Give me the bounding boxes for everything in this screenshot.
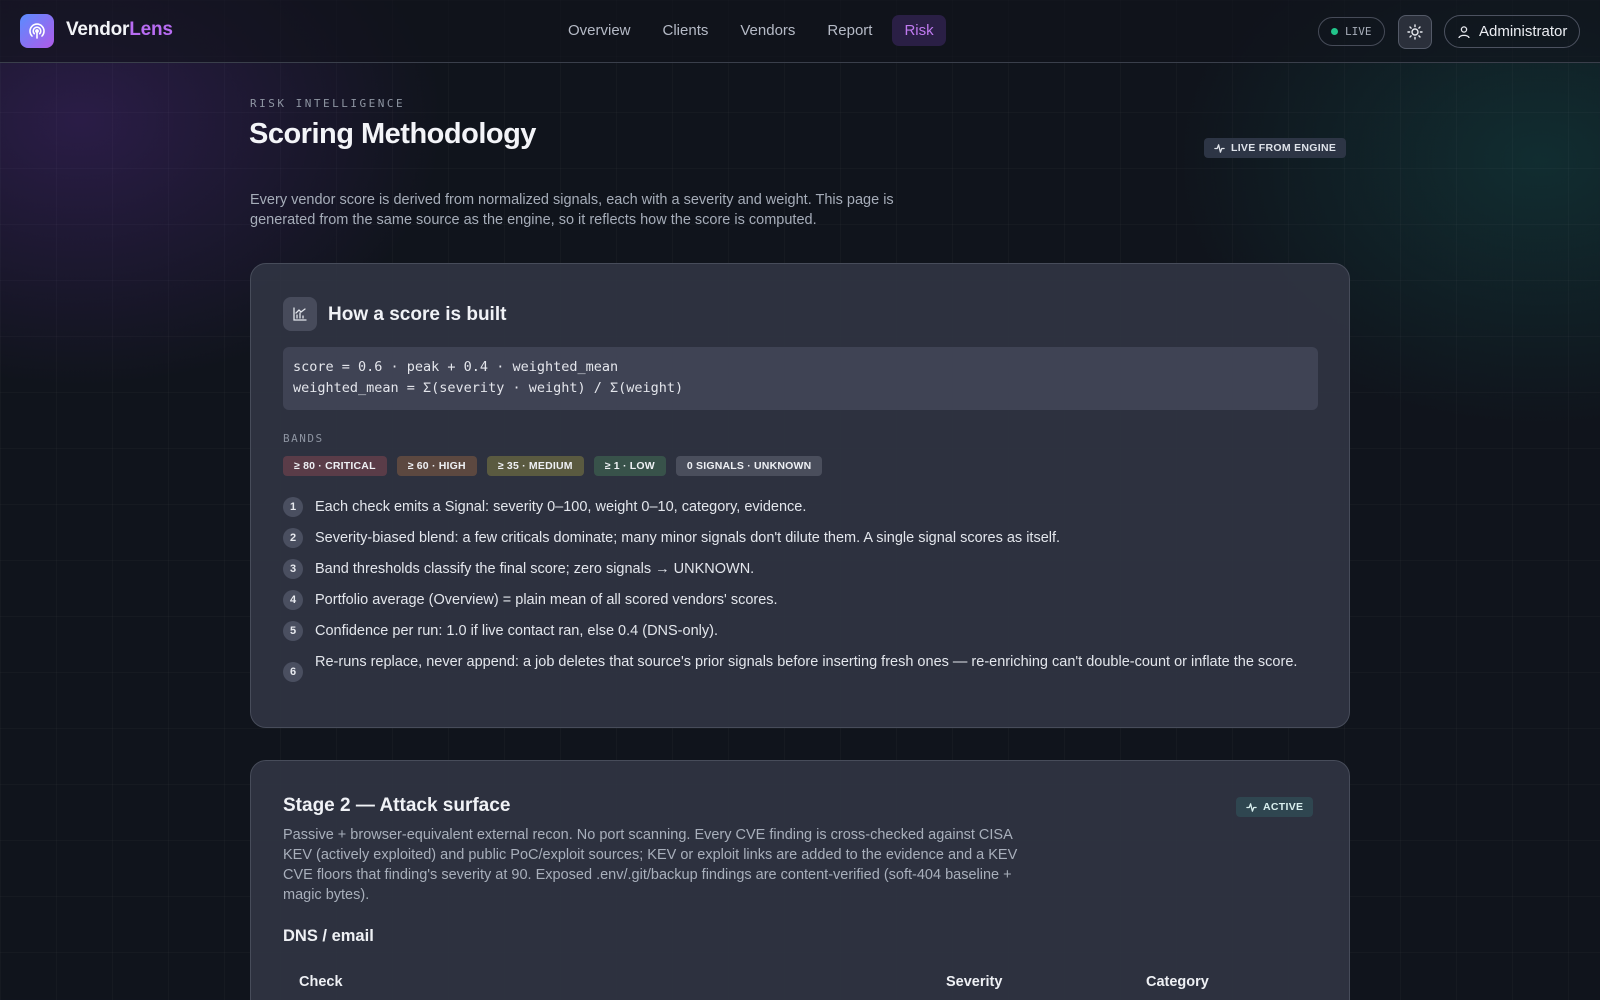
live-status-badge: LIVE — [1318, 17, 1385, 46]
score-steps-list: 1 Each check emits a Signal: severity 0–… — [283, 497, 1323, 693]
band-medium: ≥ 35 · MEDIUM — [486, 456, 584, 476]
step-text: Re-runs replace, never append: a job del… — [315, 654, 1298, 670]
pulse-icon — [1214, 143, 1225, 153]
active-badge: ACTIVE — [1236, 797, 1314, 817]
step-text: Each check emits a Signal: severity 0–10… — [315, 499, 807, 515]
step-number: 4 — [283, 590, 303, 610]
step-number: 5 — [283, 621, 303, 641]
page-eyebrow: RISK INTELLIGENCE — [250, 97, 406, 110]
score-build-card: How a score is built score = 0.6 · peak … — [250, 263, 1350, 728]
band-high: ≥ 60 · HIGH — [396, 456, 477, 476]
step-text: Confidence per run: 1.0 if live contact … — [315, 623, 718, 639]
formula-line: score = 0.6 · peak + 0.4 · weighted_mean — [293, 359, 619, 375]
pulse-icon — [1246, 802, 1257, 812]
nav-risk[interactable]: Risk — [892, 15, 946, 46]
nav-overview[interactable]: Overview — [556, 15, 643, 46]
formula-line: weighted_mean = Σ(severity · weight) / Σ… — [293, 380, 684, 396]
radar-icon — [29, 23, 45, 39]
list-item: 1 Each check emits a Signal: severity 0–… — [283, 497, 1323, 517]
step-text: Band thresholds classify the final score… — [315, 561, 755, 577]
nav-clients[interactable]: Clients — [651, 15, 721, 46]
main-nav: Overview Clients Vendors Report Risk — [556, 15, 946, 46]
nav-vendors[interactable]: Vendors — [728, 15, 807, 46]
stage2-title: Stage 2 — Attack surface — [283, 795, 511, 816]
score-formula: score = 0.6 · peak + 0.4 · weighted_mean… — [283, 347, 1318, 410]
sun-icon — [1407, 24, 1423, 40]
list-item: 3 Band thresholds classify the final sco… — [283, 559, 1323, 579]
band-list: ≥ 80 · CRITICAL ≥ 60 · HIGH ≥ 35 · MEDIU… — [283, 456, 823, 476]
column-header-severity[interactable]: Severity — [946, 974, 1002, 990]
nav-report[interactable]: Report — [815, 15, 884, 46]
top-nav: VendorLens Overview Clients Vendors Repo… — [0, 0, 1600, 63]
live-dot-icon — [1331, 28, 1338, 35]
step-number: 6 — [283, 662, 303, 682]
live-from-engine-badge: LIVE FROM ENGINE — [1204, 138, 1347, 158]
step-number: 1 — [283, 497, 303, 517]
step-number: 2 — [283, 528, 303, 548]
bands-label: BANDS — [283, 432, 324, 445]
column-header-category[interactable]: Category — [1146, 974, 1209, 990]
list-item: 4 Portfolio average (Overview) = plain m… — [283, 590, 1323, 610]
step-text: Portfolio average (Overview) = plain mea… — [315, 592, 778, 608]
live-label: LIVE — [1345, 25, 1372, 38]
logo[interactable] — [20, 14, 54, 48]
user-icon — [1458, 25, 1470, 38]
list-item: 5 Confidence per run: 1.0 if live contac… — [283, 621, 1323, 641]
band-critical: ≥ 80 · CRITICAL — [283, 456, 387, 476]
band-unknown: 0 SIGNALS · UNKNOWN — [675, 456, 823, 476]
stage2-description: Passive + browser-equivalent external re… — [283, 827, 1018, 903]
card-title: How a score is built — [328, 304, 507, 325]
step-number: 3 — [283, 559, 303, 579]
brand-name[interactable]: VendorLens — [66, 19, 173, 41]
chart-icon — [283, 297, 317, 331]
dns-email-title: DNS / email — [283, 927, 374, 945]
band-low: ≥ 1 · LOW — [593, 456, 666, 476]
user-menu-button[interactable]: Administrator — [1444, 15, 1581, 48]
list-item: 2 Severity-biased blend: a few criticals… — [283, 528, 1323, 548]
step-text: Severity-biased blend: a few criticals d… — [315, 530, 1061, 546]
page-title: Scoring Methodology — [249, 118, 536, 150]
list-item: 6 Re-runs replace, never append: a job d… — [283, 652, 1323, 682]
page-intro: Every vendor score is derived from norma… — [250, 192, 894, 228]
theme-toggle-button[interactable] — [1398, 15, 1432, 49]
stage2-card: Stage 2 — Attack surface ACTIVE Passive … — [250, 760, 1350, 1000]
user-name: Administrator — [1479, 23, 1568, 40]
column-header-check[interactable]: Check — [299, 974, 343, 990]
